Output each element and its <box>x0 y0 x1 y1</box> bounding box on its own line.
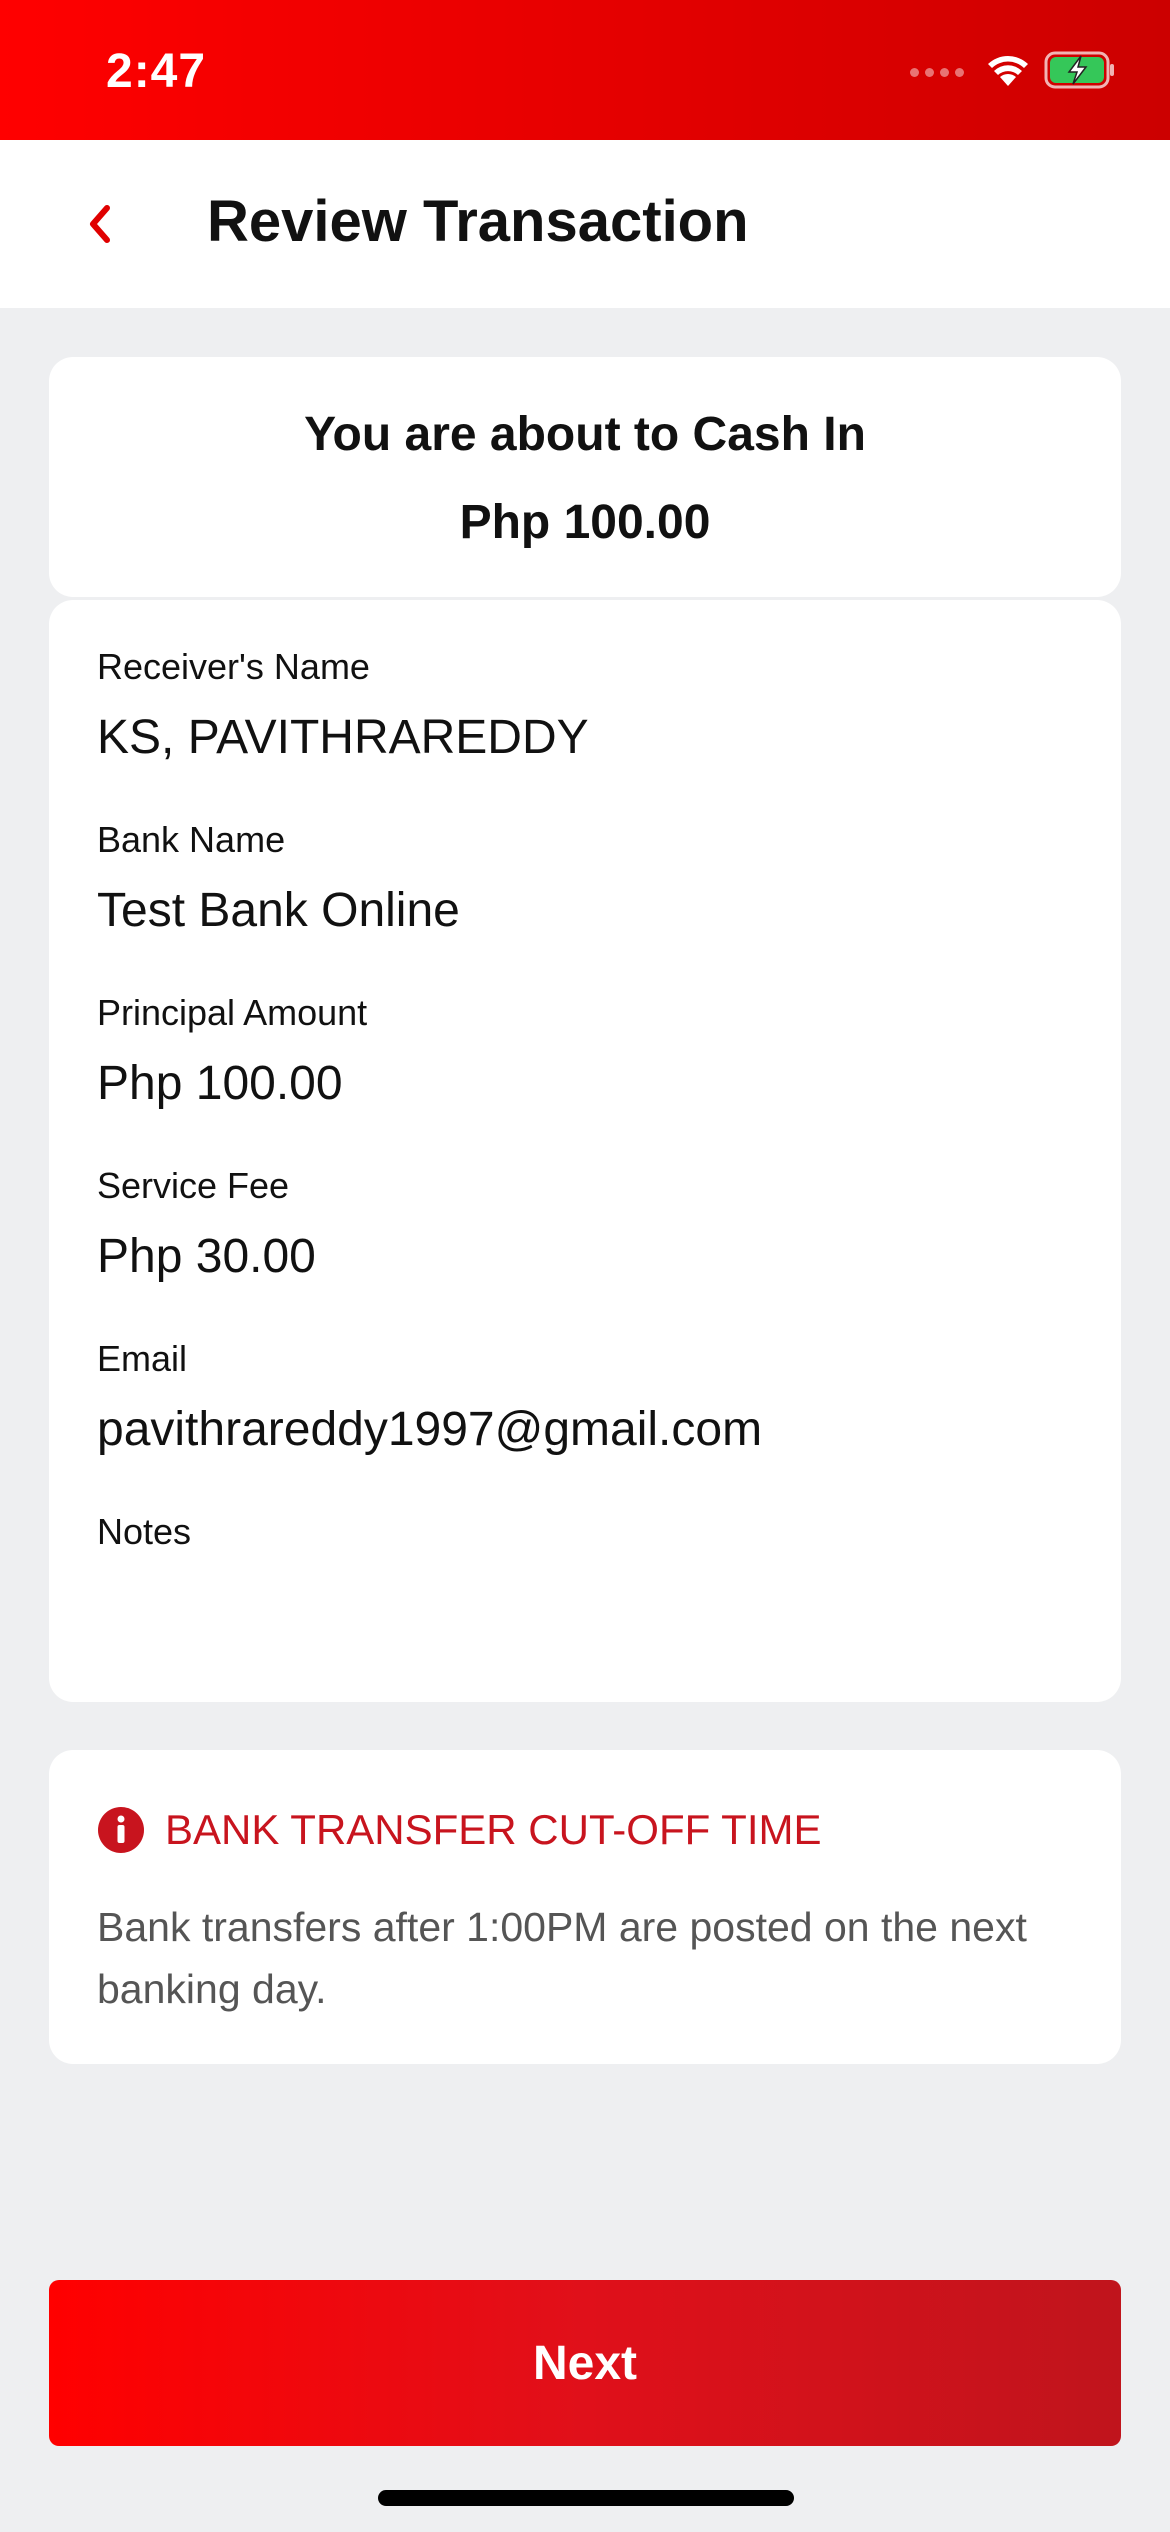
notice-title: BANK TRANSFER CUT-OFF TIME <box>165 1806 822 1853</box>
next-button[interactable]: Next <box>49 2280 1121 2446</box>
field-bank-name: Bank Name Test Bank Online <box>97 819 1073 938</box>
field-label: Notes <box>97 1511 192 1552</box>
field-label: Service Fee <box>97 1165 290 1206</box>
notice-body: Bank transfers after 1:00PM are posted o… <box>97 1904 1027 2012</box>
field-principal-amount: Principal Amount Php 100.00 <box>97 992 1073 1111</box>
status-icons <box>910 50 1116 94</box>
field-service-fee: Service Fee Php 30.00 <box>97 1165 1073 1284</box>
cutoff-notice-card: BANK TRANSFER CUT-OFF TIME Bank transfer… <box>49 1750 1121 2064</box>
details-card: Receiver's Name KS, PAVITHRAREDDY Bank N… <box>49 600 1121 1702</box>
field-notes: Notes <box>97 1511 1073 1575</box>
field-email: Email pavithrareddy1997@gmail.com <box>97 1338 1073 1457</box>
wifi-icon <box>986 52 1030 93</box>
back-button[interactable] <box>60 184 140 264</box>
field-value: Php 100.00 <box>97 1057 343 1110</box>
status-bar: 2:47 <box>0 0 1170 140</box>
status-time: 2:47 <box>106 45 207 98</box>
summary-card: You are about to Cash In Php 100.00 <box>49 357 1121 597</box>
summary-amount: Php 100.00 <box>459 496 711 549</box>
home-indicator[interactable] <box>378 2490 794 2506</box>
info-icon <box>98 1807 144 1853</box>
field-value: KS, PAVITHRAREDDY <box>97 711 589 764</box>
field-label: Receiver's Name <box>97 646 370 687</box>
field-label: Email <box>97 1338 188 1379</box>
field-label: Bank Name <box>97 819 286 860</box>
header: Review Transaction <box>0 140 1170 308</box>
field-label: Principal Amount <box>97 992 368 1033</box>
signal-icon <box>910 67 964 77</box>
battery-charging-icon <box>1044 50 1116 95</box>
page-title: Review Transaction <box>207 189 749 254</box>
field-value: pavithrareddy1997@gmail.com <box>97 1403 763 1456</box>
field-value: Test Bank Online <box>97 884 460 937</box>
field-receiver-name: Receiver's Name KS, PAVITHRAREDDY <box>97 646 1073 765</box>
notice-header: BANK TRANSFER CUT-OFF TIME <box>97 1806 822 1854</box>
chevron-left-icon <box>90 205 110 243</box>
summary-heading: You are about to Cash In <box>304 408 866 461</box>
field-value: Php 30.00 <box>97 1230 316 1283</box>
